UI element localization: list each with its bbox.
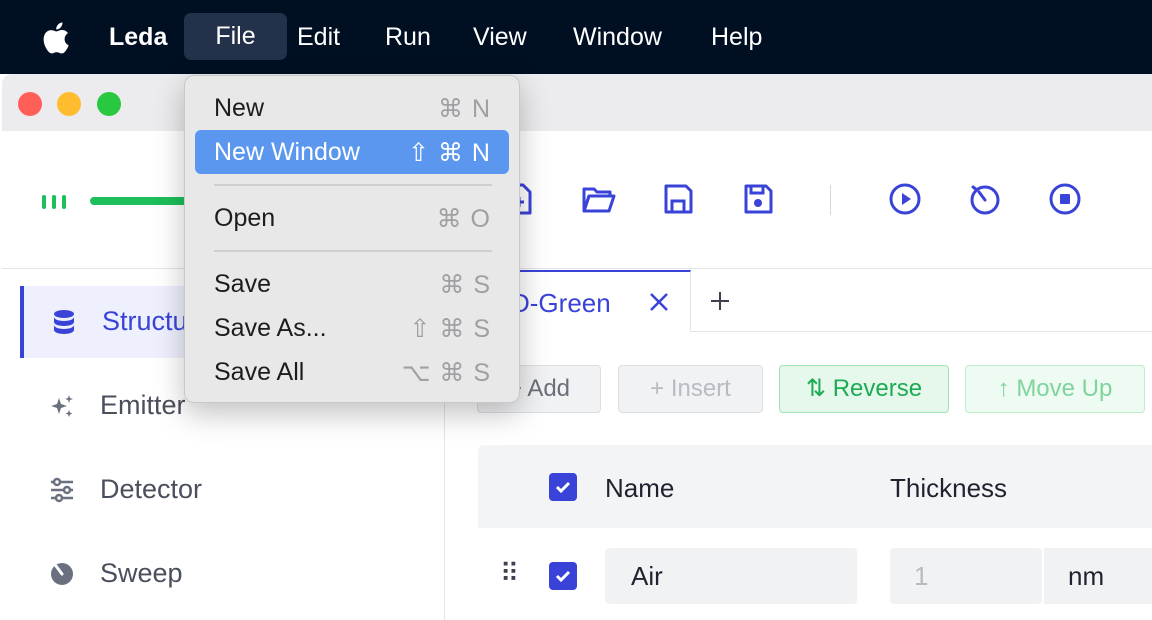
menu-view[interactable]: View bbox=[473, 0, 527, 74]
checkmark-icon bbox=[555, 481, 571, 494]
thickness-input[interactable]: 1 bbox=[890, 548, 1042, 604]
menu-item-new-window[interactable]: New Window ⇧ ⌘ N bbox=[195, 130, 509, 174]
tab-bar: D-Green bbox=[447, 270, 1152, 332]
timer-icon[interactable] bbox=[967, 181, 1003, 217]
sidebar-item-detector[interactable]: Detector bbox=[20, 454, 430, 526]
menu-help[interactable]: Help bbox=[711, 0, 762, 74]
swap-icon: ⇅ bbox=[805, 375, 833, 402]
close-window-button[interactable] bbox=[18, 92, 42, 116]
file-menu-dropdown: New ⌘ N New Window ⇧ ⌘ N Open ⌘ O Save ⌘… bbox=[184, 75, 520, 403]
save-icon[interactable] bbox=[660, 181, 696, 217]
app-window: Structure Emitter Detector Sweep D-Green… bbox=[2, 74, 1152, 620]
open-folder-icon[interactable] bbox=[580, 181, 616, 217]
plus-icon: + bbox=[650, 375, 671, 402]
menu-item-new[interactable]: New ⌘ N bbox=[195, 86, 509, 130]
drag-handle-icon[interactable]: ⠿ bbox=[500, 558, 519, 589]
unit-select[interactable]: nm bbox=[1044, 548, 1152, 604]
insert-button[interactable]: + Insert bbox=[618, 365, 763, 413]
shortcut-label: ⌘ S bbox=[439, 271, 491, 299]
row-checkbox[interactable] bbox=[549, 562, 577, 590]
sidebar-item-label: Detector bbox=[100, 474, 203, 504]
stop-icon[interactable] bbox=[1047, 181, 1083, 217]
sidebar-item-sweep[interactable]: Sweep bbox=[20, 538, 430, 610]
menu-item-save-all[interactable]: Save All ⌥ ⌘ S bbox=[195, 350, 509, 394]
title-bar bbox=[2, 74, 1152, 131]
sliders-icon bbox=[51, 477, 73, 503]
table-row: ⠿ Air 1 nm bbox=[478, 528, 1152, 620]
menu-run[interactable]: Run bbox=[385, 0, 431, 74]
reverse-button[interactable]: ⇅ Reverse bbox=[779, 365, 949, 413]
sweep-icon bbox=[51, 563, 73, 585]
move-up-button[interactable]: ↑ Move Up bbox=[965, 365, 1145, 413]
menu-separator bbox=[214, 184, 492, 186]
add-tab-icon[interactable] bbox=[709, 290, 731, 312]
column-header-thickness[interactable]: Thickness bbox=[890, 473, 1007, 504]
toolbar-separator bbox=[830, 185, 831, 215]
column-header-name[interactable]: Name bbox=[605, 473, 674, 504]
table-header: Name Thickness bbox=[478, 445, 1152, 528]
logo-bars-icon bbox=[42, 195, 66, 209]
close-icon[interactable] bbox=[647, 290, 671, 314]
run-icon[interactable] bbox=[887, 181, 923, 217]
arrow-up-icon: ↑ bbox=[997, 375, 1017, 402]
shortcut-label: ⌘ N bbox=[438, 95, 491, 123]
name-input[interactable]: Air bbox=[605, 548, 857, 604]
toolbar bbox=[447, 131, 1152, 269]
apple-logo-icon[interactable] bbox=[40, 21, 70, 55]
minimize-window-button[interactable] bbox=[57, 92, 81, 116]
shortcut-label: ⇧ ⌘ N bbox=[408, 139, 491, 167]
sparkle-icon bbox=[51, 395, 73, 417]
database-icon bbox=[54, 310, 74, 334]
select-all-checkbox[interactable] bbox=[549, 473, 577, 501]
menu-edit[interactable]: Edit bbox=[297, 0, 340, 74]
menu-item-open[interactable]: Open ⌘ O bbox=[195, 196, 509, 240]
menu-file[interactable]: File bbox=[184, 13, 287, 60]
sidebar-item-label: Sweep bbox=[100, 558, 183, 588]
shortcut-label: ⌘ O bbox=[436, 205, 491, 233]
menu-item-save-as[interactable]: Save As... ⇧ ⌘ S bbox=[195, 306, 509, 350]
sidebar-item-label: Emitter bbox=[100, 390, 186, 420]
menu-item-save[interactable]: Save ⌘ S bbox=[195, 262, 509, 306]
app-menu[interactable]: Leda bbox=[109, 0, 167, 74]
menu-window[interactable]: Window bbox=[573, 0, 662, 74]
checkmark-icon bbox=[555, 570, 571, 583]
tab-label: D-Green bbox=[511, 288, 611, 318]
menu-bar: Leda File Edit Run View Window Help bbox=[0, 0, 1152, 74]
save-all-icon[interactable] bbox=[740, 181, 776, 217]
shortcut-label: ⌥ ⌘ S bbox=[401, 359, 491, 387]
shortcut-label: ⇧ ⌘ S bbox=[409, 315, 491, 343]
maximize-window-button[interactable] bbox=[97, 92, 121, 116]
menu-separator bbox=[214, 250, 492, 252]
